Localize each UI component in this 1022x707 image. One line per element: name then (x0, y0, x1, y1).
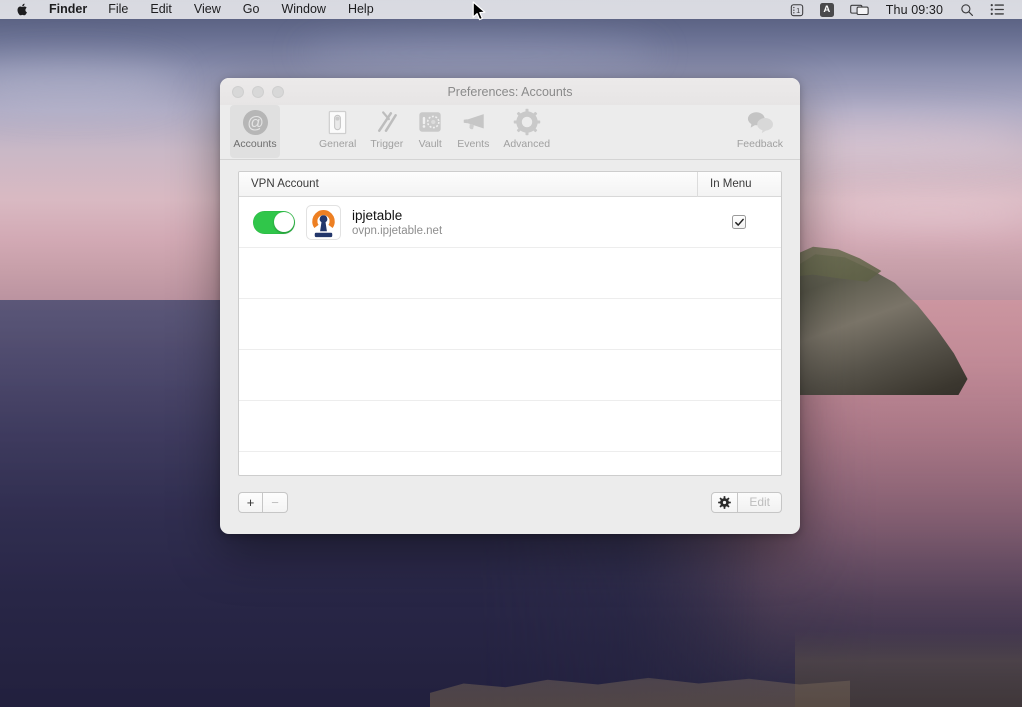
table-row-empty[interactable] (239, 350, 781, 401)
table-row[interactable]: ipjetable ovpn.ipjetable.net (239, 197, 781, 248)
account-enable-toggle[interactable] (253, 210, 295, 234)
preferences-toolbar: @ Accounts General Trigger Vault Events … (220, 105, 800, 160)
toggle-knob (274, 212, 294, 232)
cloud (0, 60, 180, 106)
menu-item-go[interactable]: Go (232, 0, 271, 19)
close-button[interactable] (232, 85, 244, 98)
remove-account-button[interactable]: − (263, 491, 288, 513)
screen-mirroring-icon[interactable] (842, 0, 877, 19)
window-titlebar[interactable]: Preferences: Accounts (220, 78, 800, 105)
toolbar-tab-label: Events (457, 138, 490, 150)
account-name: ipjetable (352, 207, 403, 223)
menu-item-view[interactable]: View (183, 0, 232, 19)
at-sign-circle-icon: @ (242, 107, 269, 137)
toolbar-tab-label: Accounts (233, 138, 277, 150)
toolbar-tab-label: Feedback (736, 138, 783, 150)
toolbar-tab-feedback[interactable]: Feedback (730, 105, 790, 158)
settings-gear-button[interactable] (711, 491, 739, 513)
column-header-in-menu[interactable]: In Menu (697, 172, 781, 197)
table-row-empty[interactable] (239, 401, 781, 452)
cloud (300, 36, 660, 70)
menu-item-window[interactable]: Window (270, 0, 336, 19)
preferences-window: Preferences: Accounts @ Accounts General… (220, 78, 800, 534)
table-row-empty[interactable] (239, 248, 781, 299)
gear-icon (513, 107, 541, 137)
menu-item-help[interactable]: Help (337, 0, 385, 19)
search-icon[interactable] (952, 0, 982, 19)
table-header-row: VPN Account In Menu (239, 172, 781, 197)
vpn-account-table: VPN Account In Menu ipjetable ovpn.ipjet… (238, 171, 782, 476)
svg-text:1: 1 (796, 5, 800, 14)
table-cell-in-menu (697, 215, 781, 229)
zoom-button[interactable] (272, 85, 284, 98)
cloud (820, 200, 1022, 226)
window-footer: + − Edit (220, 482, 800, 522)
window-title: Preferences: Accounts (447, 84, 573, 99)
toolbar-tab-label: General (319, 138, 357, 150)
toolbar-tab-label: Vault (418, 138, 442, 150)
megaphone-icon (460, 107, 487, 137)
toolbar-tab-label: Advanced (503, 138, 551, 150)
toggle-switch-icon (325, 107, 350, 137)
svg-text:@: @ (247, 113, 264, 131)
account-host: ovpn.ipjetable.net (352, 224, 443, 237)
control-center-icon[interactable] (982, 0, 1013, 19)
window-content: VPN Account In Menu ipjetable ovpn.ipjet… (220, 171, 800, 476)
action-segmented-control: Edit (711, 491, 782, 513)
traffic-light-buttons (220, 85, 284, 98)
toolbar-tab-advanced[interactable]: Advanced (496, 105, 557, 158)
edit-button[interactable]: Edit (738, 491, 782, 513)
input-source-icon[interactable]: A (812, 0, 842, 19)
table-row-empty[interactable] (239, 299, 781, 350)
calendar-icon[interactable]: 1 (782, 0, 812, 19)
menu-item-edit[interactable]: Edit (139, 0, 183, 19)
in-menu-checkbox[interactable] (732, 215, 746, 229)
table-cell-account: ipjetable ovpn.ipjetable.net (239, 204, 697, 240)
menu-item-file[interactable]: File (97, 0, 139, 19)
toolbar-tab-general[interactable]: General (312, 105, 363, 158)
menu-bar: Finder File Edit View Go Window Help 1 A (0, 0, 1022, 19)
add-remove-segmented-control: + − (238, 491, 288, 513)
minimize-button[interactable] (252, 85, 264, 98)
mouse-cursor (472, 1, 488, 28)
menu-bar-status-area: 1 A Thu 09:30 (782, 0, 1022, 19)
add-account-button[interactable]: + (238, 491, 263, 513)
arrow-slashes-icon (373, 107, 400, 137)
speech-bubbles-icon (745, 107, 775, 137)
safe-icon (417, 107, 443, 137)
toolbar-tab-events[interactable]: Events (450, 105, 496, 158)
gear-icon (718, 495, 732, 509)
account-details: ipjetable ovpn.ipjetable.net (352, 208, 442, 237)
menu-item-finder[interactable]: Finder (39, 0, 97, 19)
toolbar-tab-vault[interactable]: Vault (410, 105, 450, 158)
toolbar-tab-accounts[interactable]: @ Accounts (230, 105, 280, 158)
menu-bar-left: Finder File Edit View Go Window Help (0, 0, 385, 19)
toolbar-tab-trigger[interactable]: Trigger (363, 105, 410, 158)
input-source-label: A (819, 2, 834, 17)
openvpn-logo-icon (306, 204, 341, 240)
column-header-vpn-account[interactable]: VPN Account (239, 178, 697, 190)
toolbar-tab-label: Trigger (370, 138, 404, 150)
table-row-empty[interactable] (239, 452, 781, 475)
menu-bar-clock[interactable]: Thu 09:30 (877, 3, 952, 17)
apple-logo-icon[interactable] (9, 2, 39, 17)
